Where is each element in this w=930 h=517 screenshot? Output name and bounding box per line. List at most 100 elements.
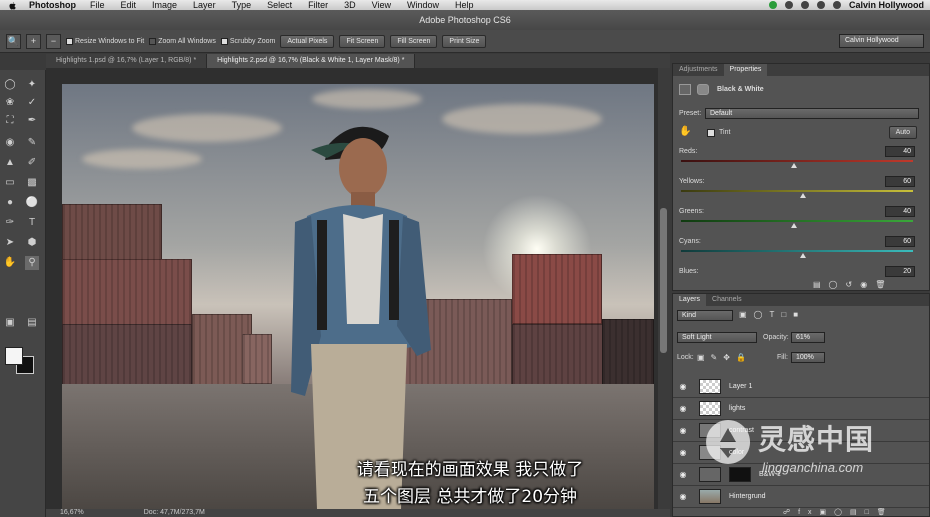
screen-mode-icon[interactable]: ▤ — [25, 316, 39, 330]
layer-filter-icons[interactable]: ▣◯T□■ — [739, 310, 805, 319]
cyans-slider[interactable] — [681, 250, 913, 252]
path-select-icon[interactable]: ➤ — [3, 236, 17, 250]
greens-slider[interactable] — [681, 220, 913, 222]
canvas-scrollbar[interactable] — [658, 68, 670, 509]
reds-slider-knob[interactable] — [791, 163, 797, 168]
eye-icon[interactable]: ◉ — [673, 404, 693, 413]
document-canvas[interactable] — [62, 84, 654, 509]
opacity-input[interactable]: 61% — [791, 332, 825, 343]
adjustment-icon[interactable] — [679, 84, 691, 95]
preset-select[interactable]: Default — [705, 108, 919, 119]
watermark-url: lingganchina.com — [762, 460, 864, 475]
menu-view[interactable]: View — [372, 0, 391, 10]
greens-slider-knob[interactable] — [791, 223, 797, 228]
tab-layers[interactable]: Layers — [673, 294, 707, 306]
menu-image[interactable]: Image — [152, 0, 177, 10]
mask-icon[interactable] — [697, 84, 709, 95]
eraser-icon[interactable]: ▭ — [3, 176, 17, 190]
menu-type[interactable]: Type — [232, 0, 252, 10]
properties-footer-icons[interactable]: ▤◯↺◉🗑 — [813, 280, 893, 289]
healing-brush-icon[interactable]: ◉ — [3, 136, 17, 150]
wifi-icon[interactable] — [800, 1, 809, 9]
auto-button[interactable]: Auto — [888, 126, 917, 139]
quick-select-icon[interactable]: ✓ — [25, 96, 39, 110]
menu-edit[interactable]: Edit — [121, 0, 137, 10]
menu-window[interactable]: Window — [407, 0, 439, 10]
watermark-logo-icon — [706, 420, 751, 464]
zoom-level[interactable]: 16,67% — [60, 509, 84, 517]
print-size-button[interactable]: Print Size — [442, 34, 487, 48]
tab-highlights-2[interactable]: Highlights 2.psd @ 16,7% (Black & White … — [207, 54, 416, 68]
watermark: 灵感中国 lingganchina.com — [700, 410, 925, 495]
eye-icon[interactable]: ◉ — [673, 382, 693, 391]
yellows-slider[interactable] — [681, 190, 913, 192]
zoom-tool-icon[interactable]: ⚲ — [25, 256, 39, 270]
reds-value[interactable]: 40 — [885, 146, 915, 157]
menu-file[interactable]: File — [90, 0, 105, 10]
quick-mask-icon[interactable]: ▣ — [3, 316, 17, 330]
workspace-select[interactable]: Calvin Hollywood — [839, 34, 924, 48]
layer-filter-select[interactable]: Kind — [677, 310, 733, 321]
clone-stamp-icon[interactable]: ▲ — [3, 156, 17, 170]
resize-windows-checkbox[interactable]: Resize Windows to Fit — [66, 37, 144, 45]
container — [62, 204, 162, 264]
cyans-value[interactable]: 60 — [885, 236, 915, 247]
blend-mode-select[interactable]: Soft Light — [677, 332, 757, 343]
hand-tool-icon[interactable]: ✋ — [3, 256, 17, 270]
eye-icon[interactable]: ◉ — [673, 426, 693, 435]
marquee-tool-icon[interactable]: ◯ — [3, 78, 17, 92]
menu-select[interactable]: Select — [267, 0, 292, 10]
pen-tool-icon[interactable]: ✑ — [3, 216, 17, 230]
fit-screen-button[interactable]: Fit Screen — [339, 34, 386, 48]
volume-icon[interactable] — [816, 1, 825, 9]
tab-properties[interactable]: Properties — [723, 64, 768, 76]
dodge-icon[interactable]: ⚪ — [25, 196, 39, 210]
zoom-in-icon[interactable]: + — [26, 33, 41, 49]
cloud — [132, 114, 282, 142]
tab-channels[interactable]: Channels — [706, 294, 748, 306]
zoom-out-icon[interactable]: − — [46, 33, 61, 49]
shape-tool-icon[interactable]: ⬢ — [25, 236, 39, 250]
blur-icon[interactable]: ● — [3, 196, 17, 210]
gradient-icon[interactable]: ▩ — [25, 176, 39, 190]
blues-value[interactable]: 20 — [885, 266, 915, 277]
fill-input[interactable]: 100% — [791, 352, 825, 363]
brush-tool-icon[interactable]: ✎ — [25, 136, 39, 150]
type-tool-icon[interactable]: T — [25, 216, 39, 230]
tab-adjustments[interactable]: Adjustments — [673, 64, 724, 76]
lock-label: Lock: — [677, 354, 694, 361]
fill-screen-button[interactable]: Fill Screen — [390, 34, 438, 48]
tint-checkbox[interactable] — [707, 129, 715, 137]
cyans-slider-knob[interactable] — [800, 253, 806, 258]
menu-3d[interactable]: 3D — [344, 0, 356, 10]
move-tool-icon[interactable]: ✦ — [25, 78, 39, 92]
layer-row[interactable]: ◉ Layer 1 — [673, 376, 929, 398]
crop-tool-icon[interactable]: ⛶ — [3, 114, 17, 128]
yellows-slider-knob[interactable] — [800, 193, 806, 198]
menu-layer[interactable]: Layer — [193, 0, 216, 10]
targeted-adjustment-icon[interactable]: ✋ — [679, 126, 691, 137]
actual-pixels-button[interactable]: Actual Pixels — [280, 34, 335, 48]
zoom-tool-icon[interactable]: 🔍 — [6, 33, 21, 49]
battery-icon[interactable] — [832, 1, 841, 9]
menu-user[interactable]: Calvin Hollywood — [849, 0, 924, 10]
yellows-value[interactable]: 60 — [885, 176, 915, 187]
scrubby-zoom-checkbox[interactable]: Scrubby Zoom — [220, 37, 275, 45]
menu-app-name[interactable]: Photoshop — [29, 0, 76, 10]
foreground-color-swatch[interactable] — [5, 347, 23, 365]
status-icon[interactable] — [768, 1, 777, 9]
scrollbar-thumb[interactable] — [660, 208, 667, 353]
sync-icon[interactable] — [784, 1, 793, 9]
menu-help[interactable]: Help — [455, 0, 474, 10]
reds-slider[interactable] — [681, 160, 913, 162]
lasso-tool-icon[interactable]: ❀ — [3, 96, 17, 110]
greens-value[interactable]: 40 — [885, 206, 915, 217]
eyedropper-icon[interactable]: ✒ — [25, 114, 39, 128]
tab-highlights-1[interactable]: Highlights 1.psd @ 16,7% (Layer 1, RGB/8… — [46, 54, 208, 68]
zoom-all-checkbox[interactable]: Zoom All Windows — [149, 37, 216, 45]
apple-icon[interactable] — [8, 1, 17, 10]
lock-icons[interactable]: ▣✎✥🔒 — [697, 353, 752, 362]
history-brush-icon[interactable]: ✐ — [25, 156, 39, 170]
menu-filter[interactable]: Filter — [308, 0, 328, 10]
layers-footer-icons[interactable]: ☍fx▣◯▤□🗑 — [783, 508, 894, 516]
